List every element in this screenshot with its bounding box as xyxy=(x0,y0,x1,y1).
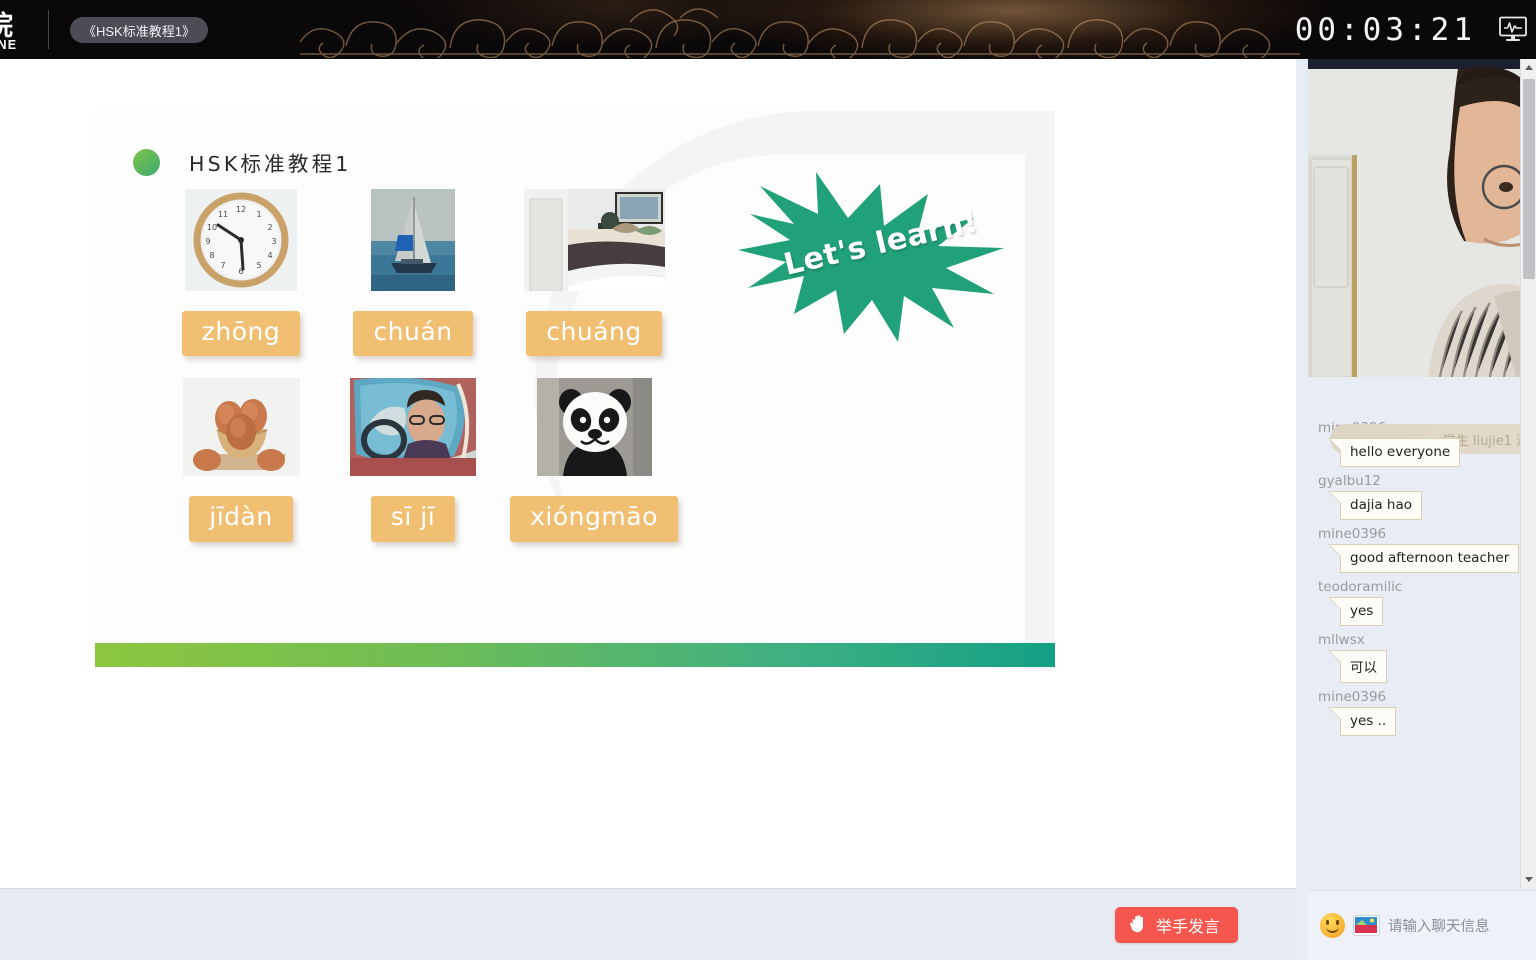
pinyin-label: chuán xyxy=(353,311,473,357)
svg-text:1: 1 xyxy=(256,210,261,219)
svg-text:3: 3 xyxy=(271,237,276,246)
pinyin-label: sī jī xyxy=(370,496,456,542)
vocabulary-grid: 12 1 2 345 678 9 10 11 zhōng chuán chuán… xyxy=(155,189,689,542)
image-bed xyxy=(523,189,665,291)
class-timer: 00:03:21 xyxy=(1295,0,1476,59)
vocabulary-item-jidan[interactable]: jīdàn xyxy=(155,378,327,542)
raise-hand-label: 举手发言 xyxy=(1155,917,1220,936)
chat-message: gyalbu12 dajia hao xyxy=(1308,473,1536,520)
chat-message: mllwsx 可以 xyxy=(1308,632,1536,683)
chat-bubble: dajia hao xyxy=(1328,491,1422,520)
slide-scrollbar[interactable] xyxy=(1520,59,1536,888)
chat-bubble: 可以 xyxy=(1328,650,1387,683)
presentation-stage: HSK标准教程1 12 1 2 3 4 5 6 7 8 9 10 11 zhōn… xyxy=(0,59,1296,888)
chat-message: mine0396 good afternoon teacher xyxy=(1308,526,1536,573)
lets-learn-badge: Let's learn! xyxy=(732,166,1022,346)
svg-text:5: 5 xyxy=(256,261,261,270)
chat-bubble-wrap: good afternoon teacher xyxy=(1318,544,1536,573)
scroll-up-button[interactable] xyxy=(1521,59,1536,76)
course-title-pill[interactable]: 《HSK标准教程1》 xyxy=(70,17,208,43)
image-sailboat xyxy=(371,189,455,291)
svg-text:10: 10 xyxy=(207,223,217,232)
stage-toolbar: 举手发言 xyxy=(0,888,1296,960)
svg-text:2: 2 xyxy=(267,223,272,232)
svg-text:9: 9 xyxy=(205,237,210,246)
slide-content: HSK标准教程1 12 1 2 3 4 5 6 7 8 9 10 11 zhōn… xyxy=(95,111,1055,671)
svg-text:12: 12 xyxy=(236,205,246,214)
classroom-app: 院 LINE 《HSK标准教程1》 00:03:21 xyxy=(0,0,1536,960)
svg-text:11: 11 xyxy=(218,210,228,219)
scroll-down-button[interactable] xyxy=(1521,871,1536,888)
chat-input-bar: 请输入聊天信息 xyxy=(1308,890,1536,960)
pinyin-label: chuáng xyxy=(526,311,662,357)
svg-text:7: 7 xyxy=(220,261,225,270)
app-logo[interactable]: 院 LINE xyxy=(0,0,58,59)
chat-message: mine0396 yes .. xyxy=(1308,689,1536,736)
picture-icon[interactable] xyxy=(1353,915,1380,936)
chevron-up-icon xyxy=(1525,65,1533,70)
svg-text:8: 8 xyxy=(209,251,214,260)
vocabulary-row: 12 1 2 345 678 9 10 11 zhōng chuán chuán… xyxy=(155,189,689,357)
vocabulary-item-siji[interactable]: sī jī xyxy=(327,378,499,542)
header-divider xyxy=(48,10,49,49)
image-eggs-in-bowl xyxy=(182,378,300,477)
logo-latin-text: LINE xyxy=(0,38,18,52)
scrollbar-thumb[interactable] xyxy=(1523,79,1535,279)
slide-footer-bar xyxy=(95,643,1055,667)
app-header: 院 LINE 《HSK标准教程1》 00:03:21 xyxy=(0,0,1536,59)
svg-text:4: 4 xyxy=(267,251,272,260)
hand-icon xyxy=(1129,914,1147,937)
chat-bubble-wrap: hello everyone xyxy=(1318,438,1536,467)
chat-username: gyalbu12 xyxy=(1318,473,1381,489)
chat-bubble-wrap: yes xyxy=(1318,597,1536,626)
chat-username: teodoramilic xyxy=(1318,579,1403,595)
vocabulary-item-chuang[interactable]: chuáng xyxy=(499,189,689,357)
chat-bubble: hello everyone xyxy=(1327,438,1461,467)
pinyin-label: zhōng xyxy=(181,311,301,357)
vocabulary-item-xiongmao[interactable]: xióngmāo xyxy=(499,378,689,542)
vocabulary-item-zhong[interactable]: 12 1 2 345 678 9 10 11 zhōng xyxy=(155,189,327,357)
right-sidebar: 学生 liujie1 进入教室 mine0396 hello everyone … xyxy=(1308,59,1536,960)
bullet-dot-icon xyxy=(133,148,160,176)
chat-bubble-wrap: 可以 xyxy=(1318,650,1536,683)
chat-bubble-wrap: dajia hao xyxy=(1318,491,1536,520)
chat-username: mine0396 xyxy=(1318,689,1387,705)
vocabulary-row: jīdàn sī jī xióngmāo xyxy=(155,378,689,542)
chat-username: mllwsx xyxy=(1318,632,1365,648)
slide-title: HSK标准教程1 xyxy=(189,152,352,176)
slide-header: HSK标准教程1 xyxy=(133,147,352,177)
slide-canvas: HSK标准教程1 12 1 2 3 4 5 6 7 8 9 10 11 zhōn… xyxy=(0,59,1290,888)
image-wall-clock: 12 1 2 345 678 9 10 11 xyxy=(185,189,297,291)
logo-chinese-text: 院 xyxy=(0,13,13,40)
pinyin-label: jīdàn xyxy=(189,496,293,542)
smiley-icon[interactable] xyxy=(1320,913,1345,938)
network-status-icon[interactable] xyxy=(1498,16,1528,43)
chat-messages-list[interactable]: 学生 liujie1 进入教室 mine0396 hello everyone … xyxy=(1308,377,1536,890)
teacher-video-feed[interactable] xyxy=(1308,59,1536,377)
image-driver-in-car xyxy=(350,378,476,477)
chat-bubble: yes .. xyxy=(1327,707,1397,736)
vocabulary-item-chuan[interactable]: chuán xyxy=(327,189,499,357)
pinyin-label: xióngmāo xyxy=(510,496,678,542)
chat-bubble: yes xyxy=(1327,597,1384,626)
chat-input-placeholder[interactable]: 请输入聊天信息 xyxy=(1388,915,1490,936)
cloud-scroll-ornament-icon xyxy=(300,8,1300,58)
chat-bubble-wrap: yes .. xyxy=(1318,707,1536,736)
image-panda xyxy=(536,378,652,477)
raise-hand-button[interactable]: 举手发言 xyxy=(1114,907,1238,943)
chat-bubble: good afternoon teacher xyxy=(1327,544,1520,573)
class-timer-text: 00:03:21 xyxy=(1294,11,1476,48)
chevron-down-icon xyxy=(1525,877,1533,882)
chat-message: teodoramilic yes xyxy=(1308,579,1536,626)
course-title-text: 《HSK标准教程1》 xyxy=(83,23,195,39)
chat-username: mine0396 xyxy=(1318,526,1387,542)
